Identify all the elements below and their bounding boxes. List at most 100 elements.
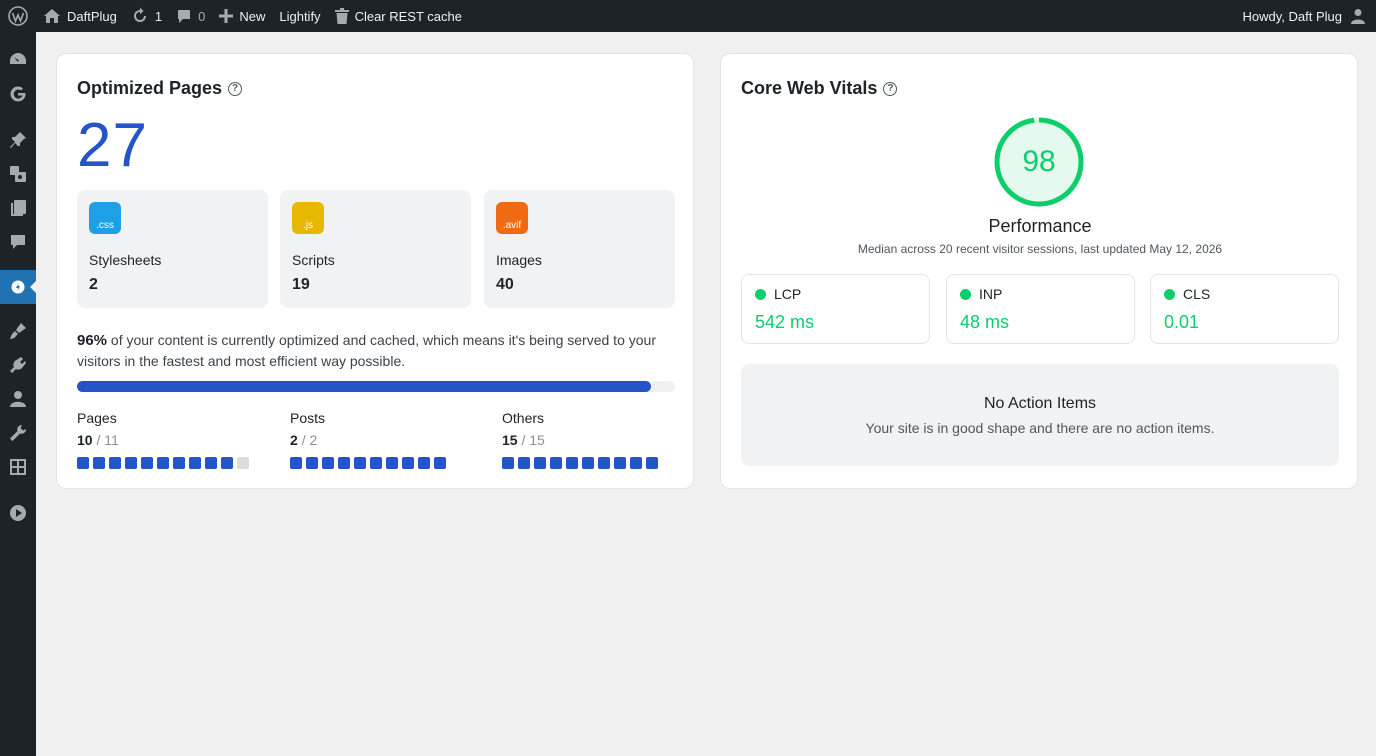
- optimization-progress-fill: [77, 381, 652, 392]
- status-dot: [755, 289, 766, 300]
- asset-value: 19: [292, 276, 310, 293]
- metric-name: INP: [979, 286, 1003, 302]
- stylesheets-box: .css Stylesheets 2: [77, 190, 268, 308]
- updates-link[interactable]: 1: [124, 0, 169, 32]
- core-web-vitals-title: Core Web Vitals ?: [741, 78, 898, 99]
- optimized-pages-title-text: Optimized Pages: [77, 78, 223, 98]
- play-icon[interactable]: [0, 496, 36, 530]
- stat-label: Posts: [290, 410, 326, 426]
- stat-total: / 11: [96, 432, 119, 448]
- js-file-icon: .js: [292, 202, 324, 234]
- lightify-icon[interactable]: [0, 270, 36, 304]
- user-avatar-icon: [1351, 9, 1365, 24]
- comments-icon[interactable]: [0, 225, 36, 259]
- users-icon[interactable]: [0, 382, 36, 416]
- settings-icon[interactable]: [0, 450, 36, 484]
- optimized-pages-title: Optimized Pages ?: [77, 78, 243, 99]
- stat-total: / 15: [521, 432, 545, 448]
- status-dot: [960, 289, 971, 300]
- admin-bar: DaftPlug 1 0 New Lightify Clear REST cac…: [0, 0, 1376, 32]
- progress-square-filled: [370, 457, 382, 469]
- images-box: .avif Images 40: [484, 190, 675, 308]
- status-dot: [1164, 289, 1175, 300]
- performance-score: 98: [1022, 145, 1056, 178]
- trash-icon: [334, 8, 349, 24]
- home-icon: [44, 9, 60, 23]
- metric-value: 48 ms: [960, 312, 1010, 332]
- optimization-summary: 96% of your content is currently optimiz…: [77, 330, 677, 372]
- stat-count: 15 / 15: [502, 432, 658, 448]
- admin-side-menu: [0, 32, 36, 756]
- site-name: DaftPlug: [67, 8, 117, 24]
- updates-count: 1: [154, 8, 163, 24]
- stat-label: Pages: [77, 410, 117, 426]
- metric-lcp: LCP 542 ms: [741, 274, 930, 344]
- stat-label: Others: [502, 410, 545, 426]
- site-name-link[interactable]: DaftPlug: [36, 0, 124, 32]
- google-icon[interactable]: [0, 77, 36, 111]
- progress-square-filled: [290, 457, 302, 469]
- progress-square-filled: [141, 457, 153, 469]
- new-label: New: [239, 8, 266, 24]
- metric-name: CLS: [1183, 286, 1211, 302]
- my-account-link[interactable]: Howdy, Daft Plug: [1236, 0, 1376, 32]
- asset-label: Stylesheets: [89, 252, 162, 268]
- progress-square-filled: [386, 457, 398, 469]
- comments-link[interactable]: 0: [169, 0, 212, 32]
- active-menu-arrow: [30, 281, 36, 293]
- css-file-icon: .css: [89, 202, 121, 234]
- avif-file-icon: .avif: [496, 202, 528, 234]
- optimization-progress-bar: [77, 381, 675, 392]
- new-content-link[interactable]: New: [212, 0, 272, 32]
- optimization-description: of your content is currently optimized a…: [77, 332, 656, 369]
- dashboard-icon[interactable]: [0, 43, 36, 77]
- progress-square-filled: [518, 457, 530, 469]
- tools-icon[interactable]: [0, 416, 36, 450]
- stat-squares: [502, 457, 658, 469]
- lightify-label: Lightify: [279, 8, 321, 24]
- progress-square-filled: [157, 457, 169, 469]
- help-icon[interactable]: ?: [883, 81, 898, 96]
- pages-icon[interactable]: [0, 191, 36, 225]
- help-icon[interactable]: ?: [228, 81, 243, 96]
- progress-square-filled: [205, 457, 217, 469]
- asset-value: 2: [89, 276, 98, 293]
- optimization-percent: 96%: [77, 332, 108, 349]
- progress-square-filled: [354, 457, 366, 469]
- metric-name: LCP: [774, 286, 802, 302]
- wordpress-logo-icon[interactable]: [0, 0, 36, 32]
- plugins-icon[interactable]: [0, 348, 36, 382]
- stat-count: 2 / 2: [290, 432, 446, 448]
- progress-square-filled: [598, 457, 610, 469]
- stat-optimized: 10: [77, 432, 93, 448]
- posts-stat: Posts 2 / 2: [290, 410, 446, 469]
- progress-square-filled: [646, 457, 658, 469]
- progress-square-filled: [221, 457, 233, 469]
- lightify-link[interactable]: Lightify: [272, 0, 327, 32]
- clear-rest-cache-link[interactable]: Clear REST cache: [328, 0, 469, 32]
- others-stat: Others 15 / 15: [502, 410, 658, 469]
- pin-icon[interactable]: [0, 123, 36, 157]
- comments-count: 0: [198, 8, 206, 24]
- optimized-total: 27: [77, 111, 148, 180]
- progress-square-filled: [418, 457, 430, 469]
- howdy-label: Howdy, Daft Plug: [1242, 8, 1342, 24]
- metric-cls: CLS 0.01: [1150, 274, 1339, 344]
- progress-square-filled: [109, 457, 121, 469]
- progress-square-filled: [566, 457, 578, 469]
- optimized-pages-card: Optimized Pages ? 27 .css Stylesheets 2 …: [56, 53, 694, 489]
- appearance-icon[interactable]: [0, 314, 36, 348]
- progress-square-filled: [502, 457, 514, 469]
- metric-value: 0.01: [1164, 312, 1200, 332]
- plus-icon: [219, 9, 234, 23]
- progress-square-filled: [322, 457, 334, 469]
- media-icon[interactable]: [0, 157, 36, 191]
- clear-cache-label: Clear REST cache: [354, 8, 462, 24]
- performance-subtitle: Median across 20 recent visitor sessions…: [857, 242, 1223, 256]
- progress-square-filled: [189, 457, 201, 469]
- progress-square-filled: [534, 457, 546, 469]
- comment-icon: [178, 10, 191, 23]
- action-items-subtitle: Your site is in good shape and there are…: [865, 420, 1215, 436]
- metric-inp: INP 48 ms: [946, 274, 1135, 344]
- asset-label: Images: [496, 252, 542, 268]
